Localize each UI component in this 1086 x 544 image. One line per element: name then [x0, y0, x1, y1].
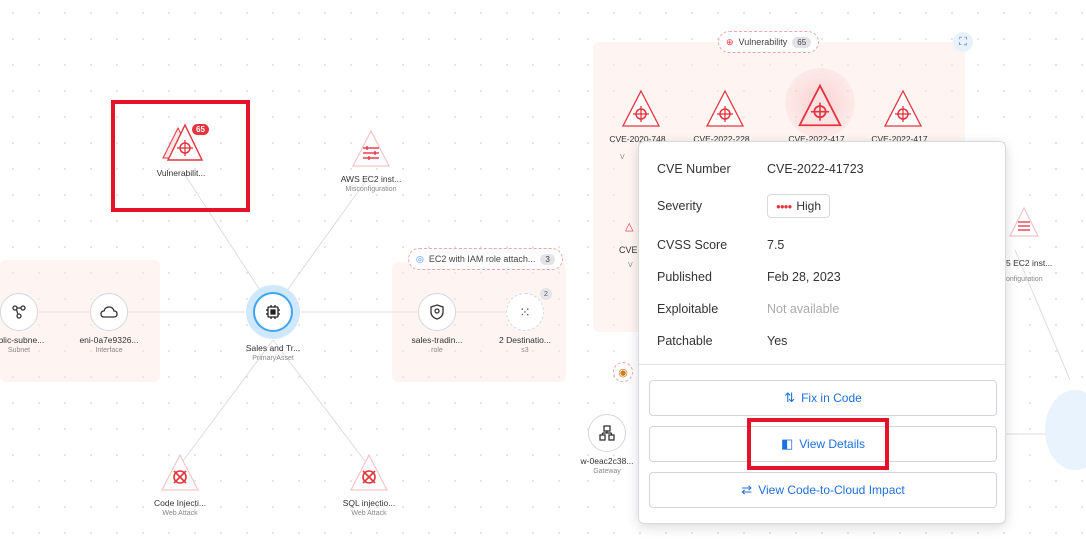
sliders-icon[interactable]	[1007, 206, 1041, 238]
vulnerability-icon	[618, 88, 664, 130]
group-count: 3	[540, 253, 555, 265]
divider	[639, 364, 1005, 365]
cve-node[interactable]: CVE-2020-748...	[601, 88, 681, 144]
code-to-cloud-icon: ⇄	[741, 482, 753, 497]
cve-node[interactable]: CVE-2022-228...	[685, 88, 765, 144]
highlight-box-view-details	[747, 418, 889, 470]
node-label: AWS EC2 inst...	[340, 174, 402, 184]
field-label: Severity	[657, 199, 703, 213]
network-icon	[0, 293, 38, 331]
aws-ec2-misconfig-node[interactable]: AWS EC2 inst... Misconfiguration	[331, 128, 411, 193]
sql-injection-node[interactable]: SQL injectio... Web Attack	[329, 452, 409, 517]
collapse-icon[interactable]: ⛶	[953, 32, 973, 52]
gateway-node[interactable]: w-0eac2c38... Gateway	[575, 414, 647, 475]
group-count: 65	[792, 36, 812, 48]
group-icon: ◎	[416, 253, 424, 264]
node-label: 2 Destinatio...	[499, 335, 551, 345]
node-label: ublic-subne...	[0, 335, 45, 345]
partial-label: V	[620, 154, 625, 161]
patchable-value: Yes	[767, 334, 788, 348]
bug-icon	[157, 452, 203, 494]
highlight-box-vulnerability	[111, 100, 250, 212]
graph-canvas-right[interactable]: ⊕ Vulnerability 65 ⛶ CVE-2020-748... CVE…	[575, 0, 1086, 544]
node-type: Web Attack	[162, 510, 198, 517]
node-type: Gateway	[593, 468, 621, 475]
cloud-icon	[90, 293, 128, 331]
vulnerability-group-pill[interactable]: ⊕ Vulnerability 65	[718, 31, 820, 53]
spinner-icon: ⁙	[506, 293, 544, 331]
partial-vuln-icon: △	[625, 221, 634, 233]
node-type: Interface	[95, 347, 123, 354]
node-label: w-0eac2c38...	[580, 456, 634, 466]
sliders-icon	[348, 128, 394, 170]
gateway-icon	[588, 414, 626, 452]
cve-number-value: CVE-2022-41723	[767, 162, 864, 176]
view-code-to-cloud-impact-button[interactable]: ⇄ View Code-to-Cloud Impact	[649, 472, 997, 508]
destination-count: 2	[540, 288, 552, 300]
cvss-row: CVSS Score 7.5	[657, 238, 784, 252]
vulnerability-icon	[702, 88, 748, 130]
node-label: Code Injecti...	[154, 498, 206, 508]
node-type: Web Attack	[351, 510, 387, 517]
shield-user-icon	[418, 293, 456, 331]
graph-canvas-left[interactable]: 65 Vulnerabilit... AWS EC2 inst... Misco…	[0, 0, 566, 544]
node-type: Misconfiguration	[345, 186, 397, 193]
vulnerability-icon	[880, 88, 926, 130]
node-type: PrimaryAsset	[252, 355, 294, 362]
partial-cve-label: CVE	[619, 245, 638, 255]
node-type: onfiguration	[1006, 276, 1043, 283]
vulnerability-icon	[794, 82, 846, 130]
node-type: s3	[521, 347, 529, 354]
field-label: Exploitable	[657, 302, 719, 316]
node-label: 5 EC2 inst...	[1006, 258, 1053, 268]
bug-icon	[346, 452, 392, 494]
pull-request-icon: ⇅	[784, 390, 796, 405]
s3-destination-node[interactable]: ⁙ 2 2 Destinatio... s3	[485, 288, 565, 354]
patchable-row: Patchable Yes	[657, 334, 787, 348]
cve-node[interactable]: CVE-2022-417...	[863, 88, 943, 144]
interface-node[interactable]: eni-0a7e9326... Interface	[69, 293, 149, 354]
role-node[interactable]: sales-tradin... role	[397, 293, 477, 354]
target-icon: ⊕	[726, 36, 734, 47]
fix-in-code-button[interactable]: ⇅ Fix in Code	[649, 380, 997, 416]
cve-number-row: CVE Number CVE-2022-41723	[657, 162, 864, 176]
chip-icon	[253, 292, 293, 332]
node-label: Sales and Tr...	[245, 343, 301, 353]
node-type: role	[431, 347, 443, 354]
field-label: Published	[657, 270, 712, 284]
node-type: Subnet	[7, 347, 31, 354]
cvss-value: 7.5	[767, 238, 785, 252]
node-label: sales-tradin...	[411, 335, 463, 345]
field-label: CVE Number	[657, 162, 731, 176]
severity-badge: ●●●● High	[767, 194, 831, 218]
group-label: Vulnerability	[738, 37, 788, 47]
subnet-node[interactable]: ublic-subne... Subnet	[0, 293, 59, 354]
partial-label: V	[628, 262, 633, 269]
code-injection-node[interactable]: Code Injecti... Web Attack	[140, 452, 220, 517]
exploitable-row: Exploitable Not available	[657, 302, 839, 316]
exploitable-value: Not available	[767, 302, 840, 316]
published-value: Feb 28, 2023	[767, 270, 841, 284]
field-label: CVSS Score	[657, 238, 728, 252]
group-icon[interactable]: ◉	[613, 362, 633, 382]
group-label: EC2 with IAM role attach...	[428, 254, 536, 264]
severity-row: Severity ●●●● High	[657, 194, 831, 218]
field-label: Patchable	[657, 334, 713, 348]
published-row: Published Feb 28, 2023	[657, 270, 841, 284]
iam-role-group-pill[interactable]: ◎ EC2 with IAM role attach... 3	[408, 248, 563, 270]
cve-node-selected[interactable]: CVE-2022-417...	[780, 82, 860, 144]
severity-dots-icon: ●●●●	[776, 201, 792, 211]
node-label: eni-0a7e9326...	[79, 335, 139, 345]
primary-asset-node[interactable]: Sales and Tr... PrimaryAsset	[233, 285, 313, 362]
node-label: SQL injectio...	[342, 498, 396, 508]
